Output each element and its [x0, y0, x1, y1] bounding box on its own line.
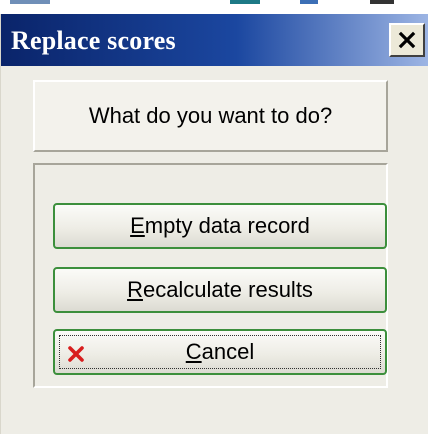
recalculate-results-button[interactable]: Recalculate results	[53, 267, 387, 313]
background-strip-segment	[230, 0, 260, 4]
button-label: mpty data record	[144, 213, 310, 238]
button-label: ancel	[201, 339, 255, 364]
close-button[interactable]	[389, 23, 425, 57]
question-text: What do you want to do?	[88, 103, 333, 128]
cancel-button[interactable]: Cancel	[53, 329, 387, 375]
background-strip-segment	[300, 0, 318, 4]
x-icon	[68, 346, 84, 362]
button-mnemonic: C	[185, 339, 202, 364]
close-icon	[398, 31, 416, 49]
screen: Replace scores What do you want to do? E…	[0, 0, 428, 434]
empty-data-record-button[interactable]: Empty data record	[53, 203, 387, 249]
button-mnemonic: E	[130, 213, 145, 238]
dialog-title: Replace scores	[11, 26, 176, 55]
background-strip-segment	[10, 0, 50, 4]
background-strip-segment	[370, 0, 394, 4]
button-label: ecalculate results	[142, 277, 313, 302]
question-panel: What do you want to do?	[33, 80, 388, 152]
background-window-strip	[0, 0, 428, 14]
button-mnemonic: R	[127, 277, 143, 302]
title-bar[interactable]: Replace scores	[1, 14, 428, 66]
